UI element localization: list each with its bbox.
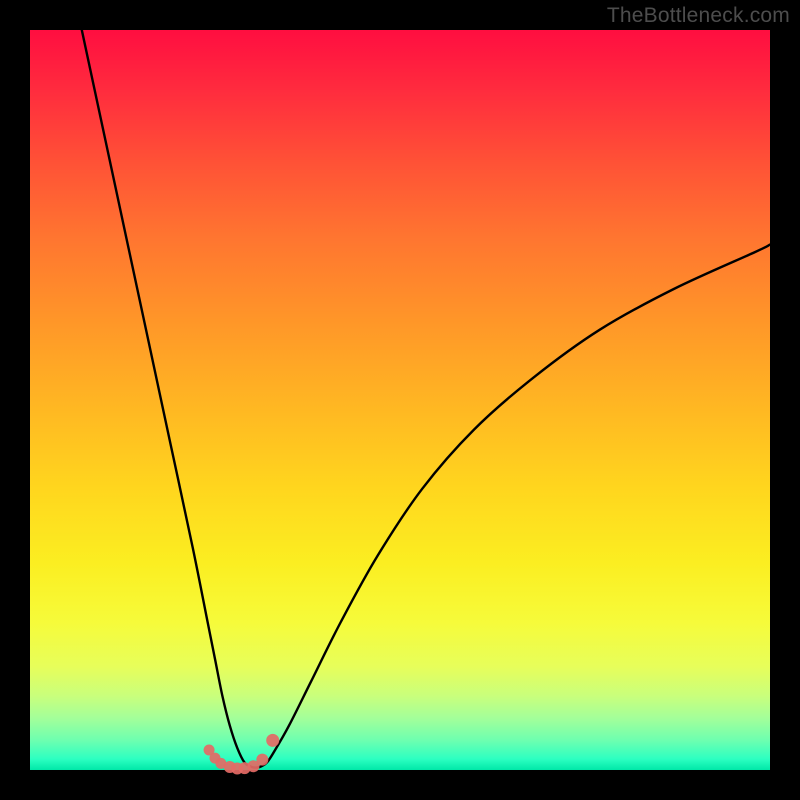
chart-frame: TheBottleneck.com — [0, 0, 800, 800]
curve-marker — [256, 754, 268, 766]
bottleneck-chart-svg — [30, 30, 770, 770]
bottleneck-curve — [82, 30, 770, 768]
plot-area — [30, 30, 770, 770]
curve-marker — [266, 734, 279, 747]
curve-markers — [204, 734, 280, 775]
watermark-text: TheBottleneck.com — [607, 4, 790, 28]
